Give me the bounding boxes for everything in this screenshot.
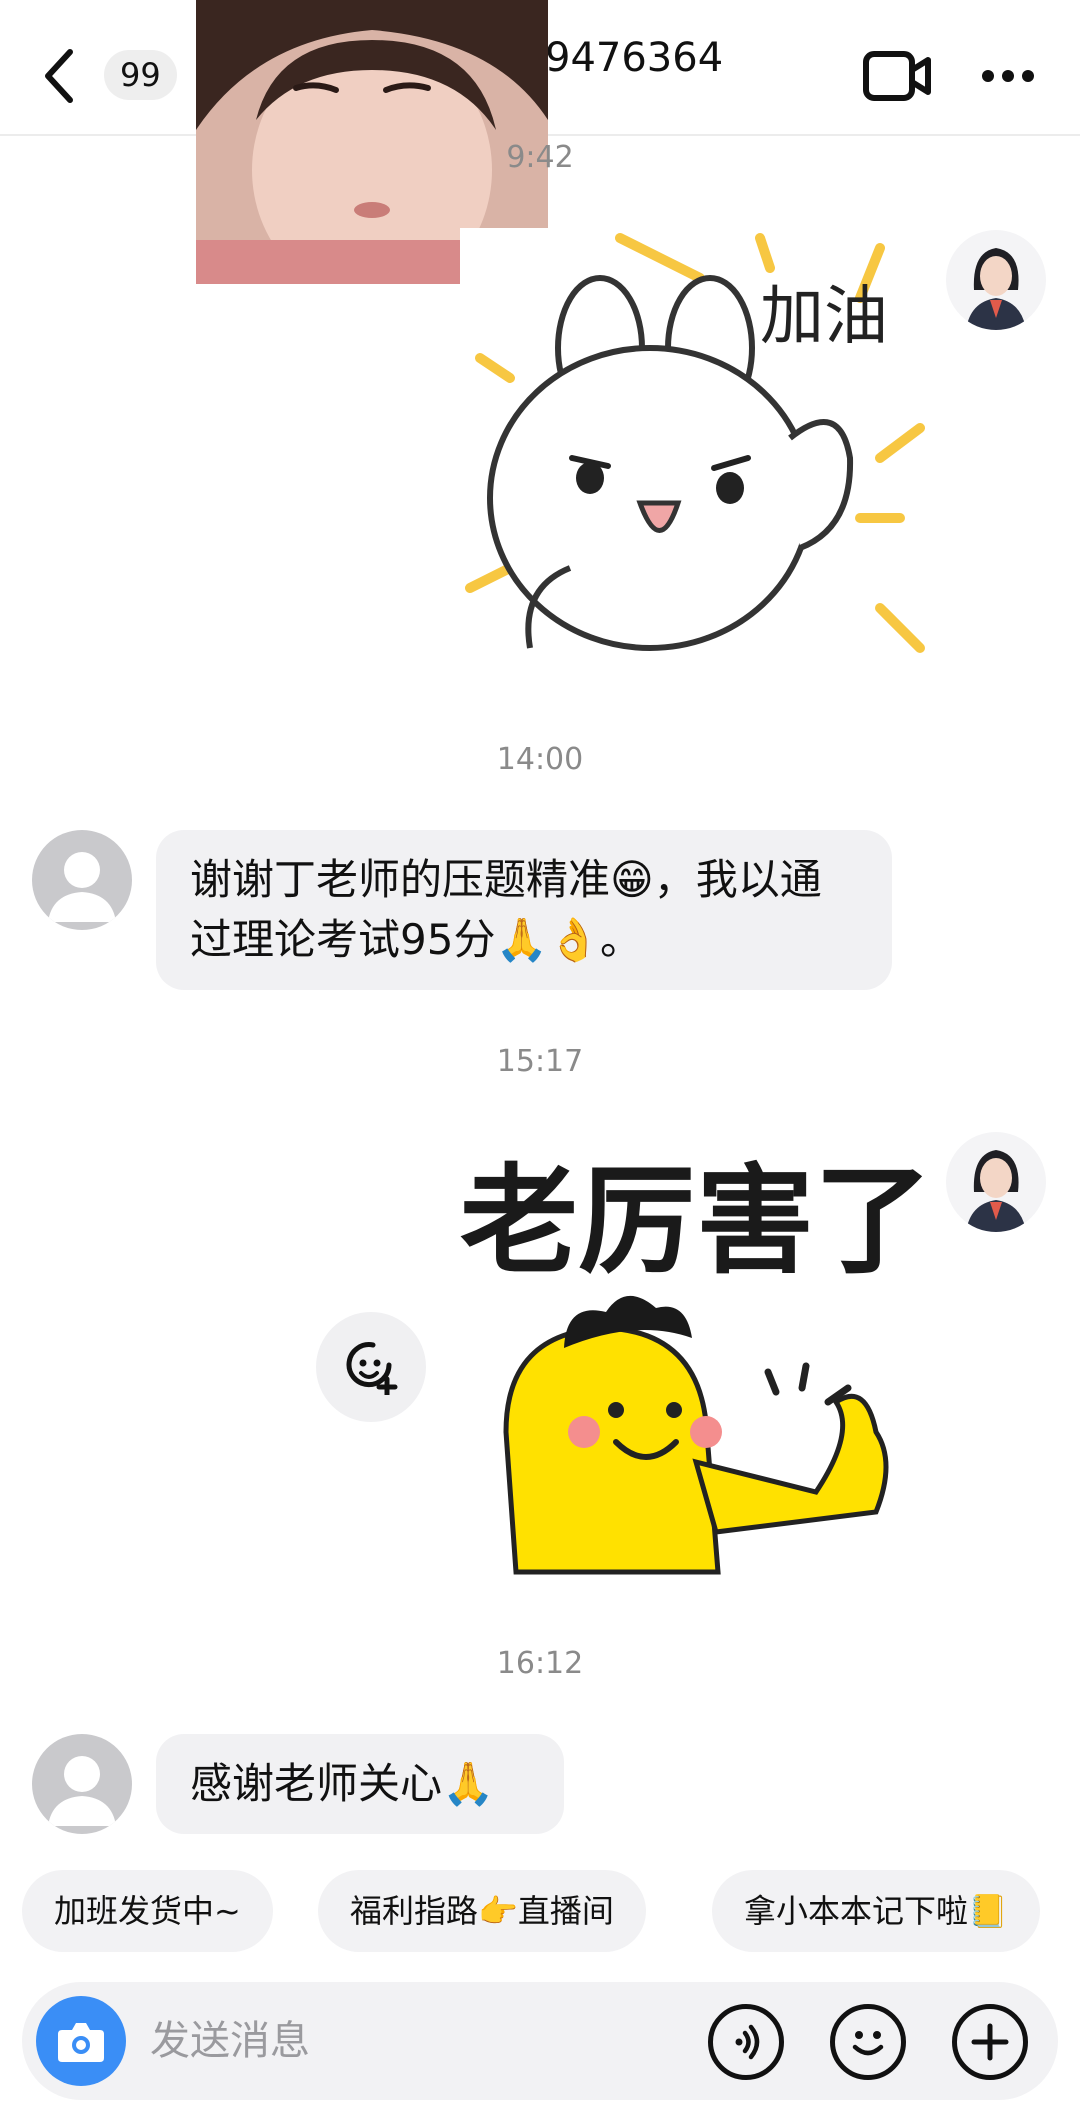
back-chevron-icon[interactable]	[40, 46, 80, 106]
add-emoji-icon	[346, 1342, 398, 1395]
jiayou-sticker[interactable]: 加油	[460, 228, 926, 694]
add-emoji-button[interactable]	[316, 1312, 426, 1422]
message-input-placeholder[interactable]: 发送消息	[150, 2012, 310, 2070]
video-call-icon[interactable]	[862, 48, 932, 104]
teacher-avatar[interactable]	[946, 1132, 1046, 1232]
message-bubble[interactable]: 感谢老师关心🙏	[156, 1734, 564, 1834]
student-avatar[interactable]	[32, 1734, 132, 1834]
laolihai-sticker[interactable]: 老厉害了	[456, 1132, 926, 1594]
message-bubble[interactable]: 谢谢丁老师的压题精准😁，我以通过理论考试95分🙏👌。	[156, 830, 892, 990]
message-timestamp: 16:12	[496, 1646, 584, 1681]
teacher-avatar[interactable]	[946, 230, 1046, 330]
jiayou-text: 加油	[760, 280, 888, 354]
more-icon[interactable]	[980, 56, 1036, 96]
chat-title: 9476364	[545, 35, 724, 81]
message-timestamp: 9:42	[506, 140, 574, 175]
message-input-bar: 发送消息	[22, 1982, 1058, 2100]
message-timestamp: 15:17	[496, 1044, 584, 1079]
plus-icon[interactable]	[952, 2004, 1028, 2080]
camera-icon[interactable]	[36, 1996, 126, 2086]
unread-count-badge[interactable]: 99	[104, 50, 177, 100]
laolihai-text: 老厉害了	[460, 1152, 926, 1290]
quick-reply-chip[interactable]: 加班发货中~	[22, 1870, 273, 1952]
quick-reply-chip[interactable]: 拿小本本记下啦📒	[712, 1870, 1040, 1952]
student-avatar[interactable]	[32, 830, 132, 930]
quick-reply-chip[interactable]: 福利指路👉直播间	[318, 1870, 646, 1952]
message-timestamp: 14:00	[496, 742, 584, 777]
voice-icon[interactable]	[708, 2004, 784, 2080]
emoji-icon[interactable]	[830, 2004, 906, 2080]
